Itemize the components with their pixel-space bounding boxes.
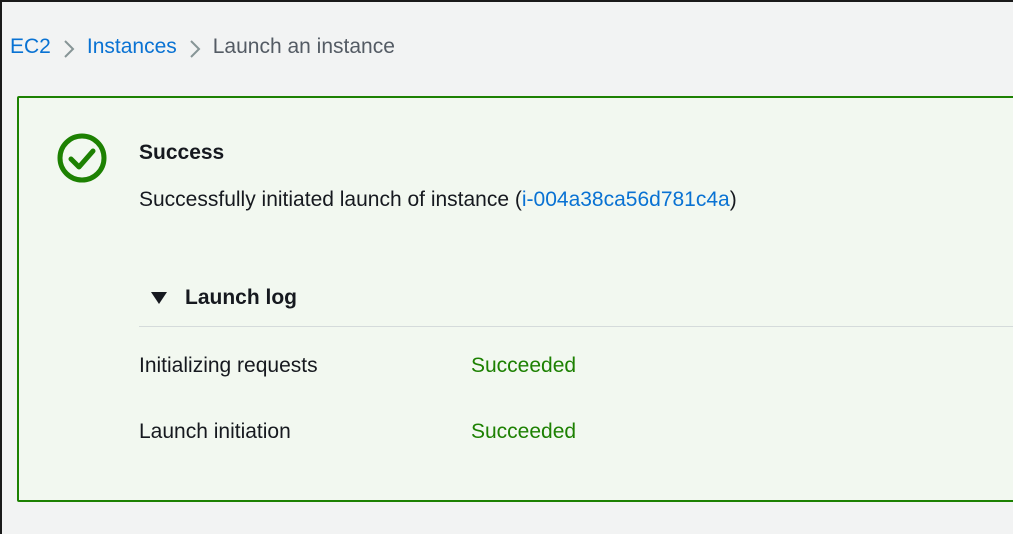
launch-log-label: Launch log <box>185 286 297 309</box>
chevron-right-icon <box>177 33 213 61</box>
breadcrumb-instances-link[interactable]: Instances <box>87 33 177 61</box>
chevron-right-icon <box>51 33 87 61</box>
launch-log-divider <box>139 326 1013 327</box>
alert-message-text: Successfully initiated launch of instanc… <box>139 188 522 211</box>
launch-log-row: Launch initiation Succeeded <box>139 418 576 446</box>
alert-message: Successfully initiated launch of instanc… <box>139 186 737 214</box>
launch-log-toggle[interactable]: Launch log <box>151 284 297 312</box>
log-step-name: Initializing requests <box>139 354 318 377</box>
log-step-name: Launch initiation <box>139 420 291 443</box>
breadcrumb-current-page: Launch an instance <box>212 35 395 58</box>
window-top-border <box>0 0 1013 2</box>
alert-title: Success <box>139 141 225 164</box>
caret-down-icon <box>151 292 167 304</box>
log-step-status: Succeeded <box>471 420 577 443</box>
log-step-status: Succeeded <box>471 354 577 377</box>
breadcrumb-ec2-link[interactable]: EC2 <box>10 33 51 61</box>
alert-message-suffix: ) <box>729 188 737 211</box>
success-alert: Success Successfully initiated launch of… <box>17 96 1013 502</box>
breadcrumb: EC2 Instances Launch an instance <box>10 33 395 61</box>
window-left-border <box>0 0 2 534</box>
instance-id-link[interactable]: i-004a38ca56d781c4a <box>522 188 730 211</box>
check-circle-icon <box>57 133 107 183</box>
launch-log-row: Initializing requests Succeeded <box>139 352 576 380</box>
